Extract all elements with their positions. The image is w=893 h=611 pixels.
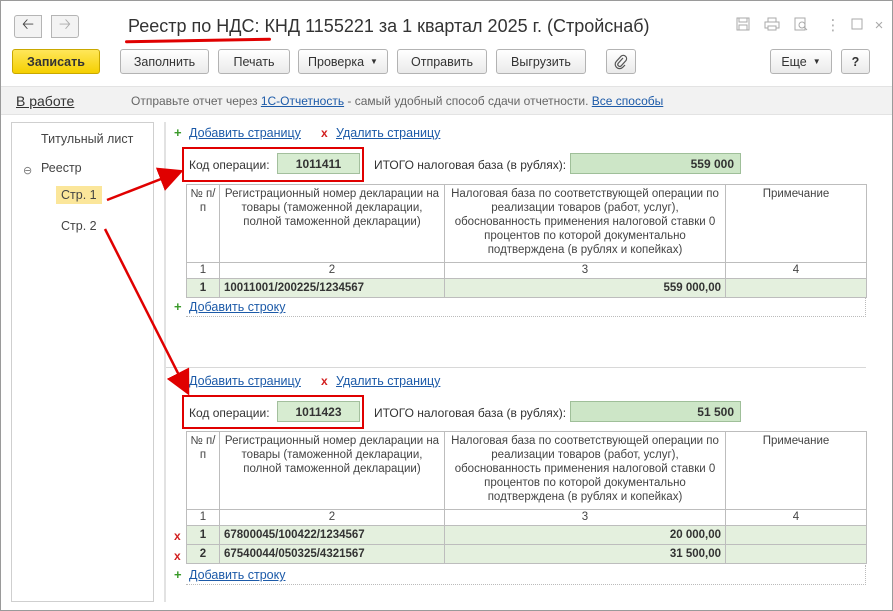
dropdown-arrow-icon: ▼ (812, 57, 821, 66)
op-code-field-1[interactable]: 1011411 (277, 153, 360, 174)
add-icon: + (174, 125, 182, 140)
row-num[interactable]: 1 (186, 278, 220, 298)
add-page-link-1[interactable]: Добавить страницу (189, 126, 301, 140)
upload-button[interactable]: Выгрузить (496, 49, 586, 74)
table-row[interactable]: 1 67800045/100422/1234567 20 000,00 (186, 525, 867, 545)
row-num[interactable]: 2 (186, 544, 220, 564)
row-tax-base[interactable]: 20 000,00 (444, 525, 726, 545)
total-base-field-1[interactable]: 559 000 (570, 153, 741, 174)
page-separator (166, 367, 866, 368)
row-reg-number[interactable]: 10011001/200225/1234567 (219, 278, 445, 298)
delete-row-icon[interactable]: x (174, 549, 181, 563)
col-header-num: № п/п (186, 184, 220, 263)
delete-page-link-1[interactable]: Удалить страницу (336, 126, 440, 140)
sidebar-item-title-sheet[interactable]: Титульный лист (41, 132, 133, 146)
add-icon: + (174, 299, 182, 314)
col-index: 4 (725, 509, 867, 526)
arrow-left-icon: 🡠 (21, 16, 35, 33)
collapse-icon[interactable]: ⊖ (23, 164, 32, 177)
title-red-underline (124, 37, 272, 44)
col-header-num: № п/п (186, 431, 220, 510)
info-bar: В работе Отправьте отчет через 1С-Отчетн… (1, 86, 892, 115)
col-header-base: Налоговая база по соответствующей операц… (444, 184, 726, 263)
row-num[interactable]: 1 (186, 525, 220, 545)
more-label: Еще (781, 54, 807, 69)
total-base-label-1: ИТОГО налоговая база (в рублях): (374, 158, 567, 172)
send-button[interactable]: Отправить (397, 49, 487, 74)
check-label: Проверка (308, 54, 365, 69)
add-row-area-1 (186, 297, 866, 317)
col-index: 2 (219, 262, 445, 279)
col-header-base: Налоговая база по соответствующей операц… (444, 431, 726, 510)
total-base-field-2[interactable]: 51 500 (570, 401, 741, 422)
table-row[interactable]: 1 10011001/200225/1234567 559 000,00 (186, 278, 867, 298)
attach-button[interactable] (606, 49, 636, 74)
sidebar-item-registry[interactable]: Реестр (41, 161, 82, 175)
col-header-note: Примечание (725, 431, 867, 510)
info-text-1: Отправьте отчет через (131, 94, 261, 108)
info-message: Отправьте отчет через 1С-Отчетность - са… (131, 94, 663, 108)
arrow-right-icon: 🡢 (58, 16, 72, 33)
all-methods-link[interactable]: Все способы (592, 94, 664, 108)
save-button[interactable]: Записать (12, 49, 100, 74)
sections-sidebar: Титульный лист ⊖ Реестр Стр. 1 Стр. 2 (11, 122, 154, 602)
add-row-link-1[interactable]: Добавить строку (189, 300, 285, 314)
maximize-icon[interactable] (848, 17, 866, 35)
row-tax-base[interactable]: 31 500,00 (444, 544, 726, 564)
preview-icon[interactable] (792, 17, 810, 35)
op-code-label-2: Код операции: (189, 406, 270, 420)
total-base-label-2: ИТОГО налоговая база (в рублях): (374, 406, 567, 420)
col-header-reg: Регистрационный номер декларации на това… (219, 431, 445, 510)
add-page-link-2[interactable]: Добавить страницу (189, 374, 301, 388)
forward-button[interactable]: 🡢 (51, 15, 79, 38)
col-index: 1 (186, 262, 220, 279)
op-code-field-2[interactable]: 1011423 (277, 401, 360, 422)
status-link[interactable]: В работе (16, 93, 74, 109)
check-dropdown-button[interactable]: Проверка ▼ (298, 49, 388, 74)
col-index: 4 (725, 262, 867, 279)
paperclip-icon (614, 54, 628, 69)
col-index: 3 (444, 262, 726, 279)
op-code-label-1: Код операции: (189, 158, 270, 172)
save-icon[interactable] (734, 17, 752, 35)
splitter[interactable] (164, 122, 166, 602)
sidebar-item-page-2[interactable]: Стр. 2 (61, 219, 97, 233)
report-window: 🡠 🡢 Реестр по НДС: КНД 1155221 за 1 квар… (0, 0, 893, 611)
row-note[interactable] (725, 525, 867, 545)
row-reg-number[interactable]: 67540044/050325/4321567 (219, 544, 445, 564)
registry-table-1: № п/п Регистрационный номер декларации н… (186, 184, 867, 298)
add-icon: + (174, 373, 182, 388)
col-header-note: Примечание (725, 184, 867, 263)
print-button[interactable]: Печать (218, 49, 290, 74)
print-icon[interactable] (763, 17, 781, 35)
fill-button[interactable]: Заполнить (120, 49, 209, 74)
add-row-link-2[interactable]: Добавить строку (189, 568, 285, 582)
col-header-reg: Регистрационный номер декларации на това… (219, 184, 445, 263)
dropdown-arrow-icon: ▼ (370, 57, 378, 66)
info-text-2: - самый удобный способ сдачи отчетности. (344, 94, 592, 108)
1c-reporting-link[interactable]: 1С-Отчетность (261, 94, 344, 108)
delete-icon: x (321, 126, 328, 140)
row-reg-number[interactable]: 67800045/100422/1234567 (219, 525, 445, 545)
table-row[interactable]: 2 67540044/050325/4321567 31 500,00 (186, 544, 867, 564)
more-dropdown-button[interactable]: Еще ▼ (770, 49, 832, 74)
close-icon[interactable]: × (870, 17, 888, 35)
row-tax-base[interactable]: 559 000,00 (444, 278, 726, 298)
back-button[interactable]: 🡠 (14, 15, 42, 38)
col-index: 3 (444, 509, 726, 526)
col-index: 2 (219, 509, 445, 526)
sidebar-item-page-1[interactable]: Стр. 1 (56, 186, 102, 204)
delete-icon: x (321, 374, 328, 388)
delete-page-link-2[interactable]: Удалить страницу (336, 374, 440, 388)
add-icon: + (174, 567, 182, 582)
help-button[interactable]: ? (841, 49, 870, 74)
row-note[interactable] (725, 544, 867, 564)
add-row-area-2 (186, 565, 866, 585)
registry-table-2: № п/п Регистрационный номер декларации н… (186, 431, 867, 564)
delete-row-icon[interactable]: x (174, 529, 181, 543)
row-note[interactable] (725, 278, 867, 298)
col-index: 1 (186, 509, 220, 526)
window-title: Реестр по НДС: КНД 1155221 за 1 квартал … (128, 16, 650, 36)
more-vertical-icon[interactable]: ⋮ (824, 17, 842, 35)
